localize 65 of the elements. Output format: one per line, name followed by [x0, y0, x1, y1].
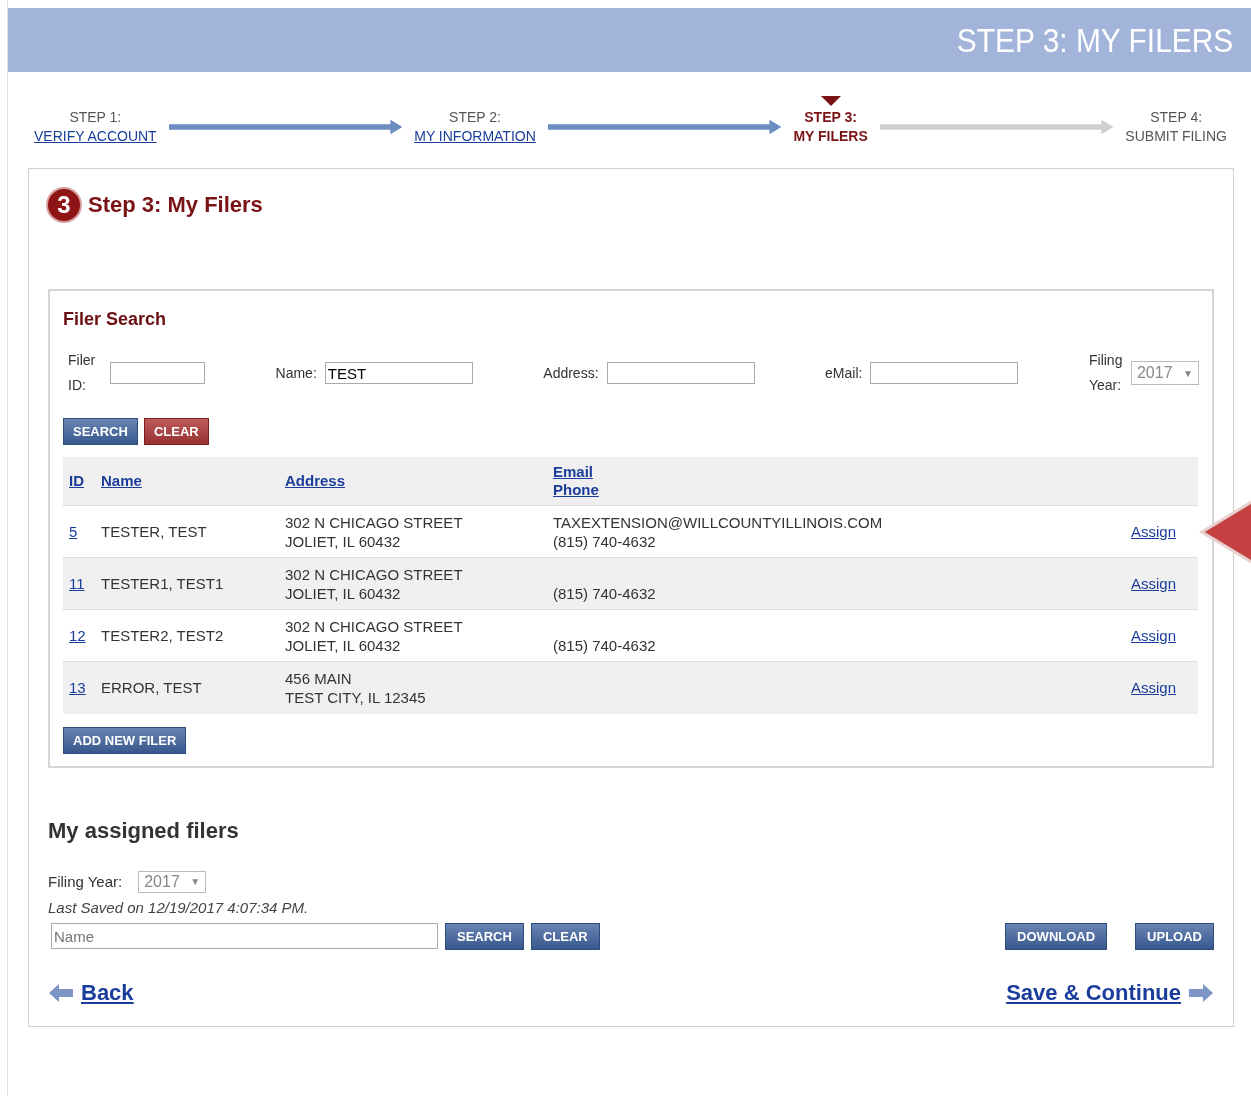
action-button[interactable]: CLEAR	[530, 922, 600, 950]
left-arrow-icon	[49, 982, 73, 1003]
step-title: MY FILERS	[793, 127, 868, 146]
address-line: 302 N CHICAGO STREET	[285, 564, 464, 584]
email-text: TAXEXTENSION@WILLCOUNTYILLINOIS.COM	[553, 513, 884, 532]
address-line: JOLIET, IL 60432	[285, 635, 402, 655]
field-label: eMail:	[825, 363, 863, 383]
right-arrow-icon	[1189, 982, 1213, 1003]
name-search-field[interactable]: Name	[51, 923, 438, 949]
field-label: Filing Year:	[48, 873, 123, 890]
field-label: Filer ID:	[68, 351, 97, 395]
action-button[interactable]: UPLOAD	[1135, 922, 1214, 950]
step-title: SUBMIT FILING	[1125, 127, 1227, 146]
id-link[interactable]: 13	[69, 679, 86, 697]
address-line: 302 N CHICAGO STREET	[285, 512, 464, 532]
year-dropdown[interactable]: 2017 ▼	[1130, 361, 1199, 385]
action-button[interactable]: DOWNLOAD	[1005, 922, 1108, 950]
table-cell: TESTER1, TEST1	[101, 575, 224, 592]
column-header-link[interactable]: Name	[101, 472, 142, 490]
action-button[interactable]: SEARCH	[445, 922, 524, 950]
assign-link[interactable]: Assign	[1131, 523, 1177, 540]
field-label: Address:	[543, 363, 599, 383]
field-label: Filing Year:	[1088, 351, 1123, 395]
address-line: JOLIET, IL 60432	[285, 583, 402, 603]
address-line: 456 MAIN	[285, 668, 353, 688]
step-label: STEP 4:	[1150, 108, 1203, 127]
id-link[interactable]: 5	[69, 523, 78, 540]
input-field[interactable]	[870, 362, 1019, 384]
table-cell: TESTER2, TEST2	[101, 627, 224, 644]
section-title: Filer Search	[63, 309, 168, 330]
column-header-link[interactable]: Email	[553, 463, 594, 481]
year-dropdown[interactable]: 2017 ▼	[138, 870, 207, 893]
column-header-link[interactable]: Phone	[553, 481, 599, 499]
banner-title: STEP 3: MY FILERS	[956, 20, 1233, 60]
address-line: JOLIET, IL 60432	[285, 531, 402, 551]
phone-text: (815) 740-4632	[553, 636, 657, 655]
address-line: 302 N CHICAGO STREET	[285, 616, 464, 636]
search-button[interactable]: SEARCH	[63, 418, 138, 445]
phone-text: (815) 740-4632	[553, 532, 657, 551]
table-cell: ERROR, TEST	[101, 679, 202, 697]
last-saved-text: Last Saved on 12/19/2017 4:07:34 PM.	[48, 898, 310, 916]
add-filer-button[interactable]: ADD NEW FILER	[63, 726, 187, 754]
step-label: STEP 3:	[804, 108, 857, 127]
field-label: Name:	[275, 363, 317, 383]
input-field[interactable]	[110, 362, 205, 384]
phone-text: (815) 740-4632	[553, 584, 657, 603]
table-cell: TESTER, TEST	[101, 523, 207, 540]
id-link[interactable]: 11	[69, 575, 85, 592]
address-line: TEST CITY, IL 12345	[285, 687, 427, 707]
save-continue-link[interactable]: Save & Continue	[1006, 979, 1213, 1006]
back-link[interactable]: Back	[49, 979, 134, 1006]
id-link[interactable]: 12	[69, 627, 86, 644]
input-field[interactable]: TEST	[324, 362, 473, 384]
step-label: STEP 1:	[69, 108, 122, 127]
clear-button[interactable]: CLEAR	[143, 418, 209, 445]
page-title: Step 3: My Filers	[88, 192, 263, 218]
column-header-link[interactable]: Address	[285, 472, 346, 490]
section-title: My assigned filers	[48, 817, 240, 844]
step-label: STEP 2:	[449, 108, 501, 127]
input-field[interactable]	[606, 362, 755, 384]
column-header-link[interactable]: ID	[69, 472, 84, 490]
step-link[interactable]: MY INFORMATION	[414, 127, 536, 146]
step-link[interactable]: VERIFY ACCOUNT	[34, 127, 157, 146]
assign-link[interactable]: Assign	[1131, 627, 1177, 644]
step-number-badge: 3	[48, 189, 80, 221]
